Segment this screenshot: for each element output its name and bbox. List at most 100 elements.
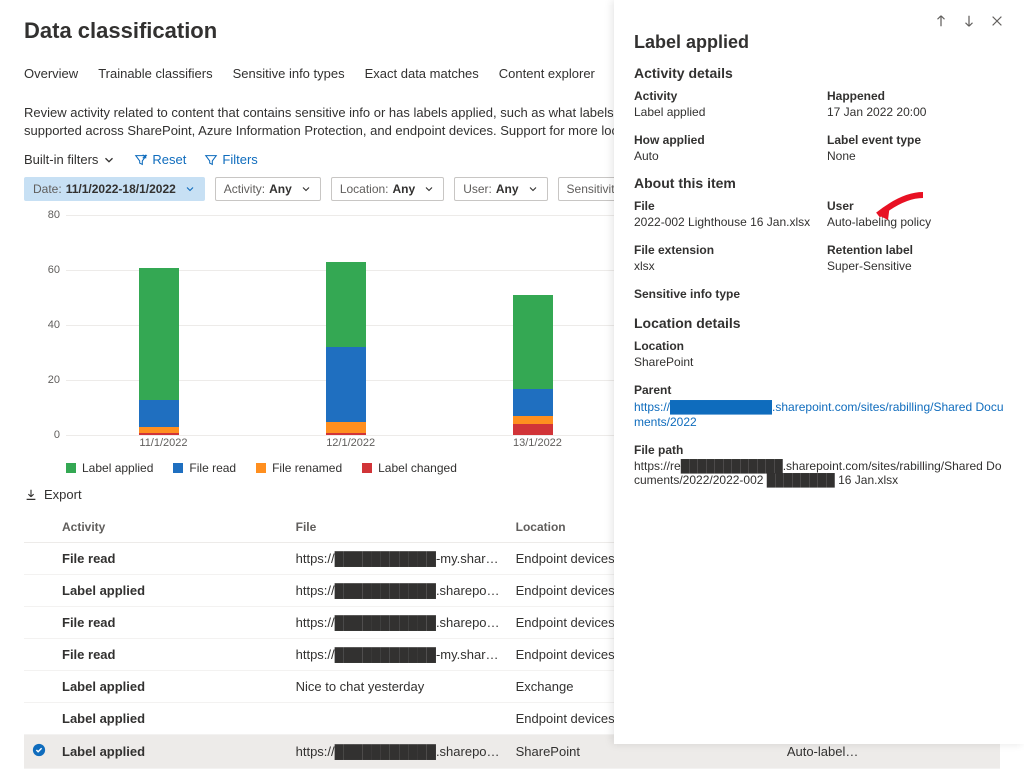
filter-reset-icon	[134, 153, 148, 167]
legend-item[interactable]: File read	[173, 461, 236, 475]
legend-label: File renamed	[272, 461, 342, 475]
legend-swatch	[173, 463, 183, 473]
filter-user-label: User:	[463, 182, 492, 196]
tab-overview[interactable]: Overview	[24, 60, 78, 93]
legend-swatch	[362, 463, 372, 473]
retention-label: Retention label	[827, 243, 1004, 257]
col-file[interactable]: File	[288, 512, 508, 543]
export-label: Export	[44, 487, 82, 502]
file-label: File	[634, 199, 811, 213]
cell-file: https://███████████-my.sharepoint.com/pe…	[288, 639, 508, 671]
how-applied-label: How applied	[634, 133, 811, 147]
legend-swatch	[256, 463, 266, 473]
legend-item[interactable]: Label applied	[66, 461, 153, 475]
panel-title: Label applied	[634, 32, 1004, 53]
happened-value: 17 Jan 2022 20:00	[827, 105, 1004, 119]
download-icon	[24, 488, 38, 502]
cell-activity: File read	[54, 607, 288, 639]
file-ext-label: File extension	[634, 243, 811, 257]
legend-label: File read	[189, 461, 236, 475]
event-type-value: None	[827, 149, 1004, 163]
cell-file: https://███████████.sharepoint.com/sites…	[288, 735, 508, 769]
event-type-label: Label event type	[827, 133, 1004, 147]
how-applied-value: Auto	[634, 149, 811, 163]
close-icon[interactable]	[990, 14, 1004, 28]
filter-activity-label: Activity:	[224, 182, 265, 196]
filepath-label: File path	[634, 443, 1004, 457]
filter-location[interactable]: Location: Any	[331, 177, 444, 201]
legend-label: Label applied	[82, 461, 153, 475]
y-tick: 0	[54, 429, 60, 441]
cell-activity: Label applied	[54, 671, 288, 703]
chevron-down-icon	[300, 183, 312, 195]
cell-activity: File read	[54, 639, 288, 671]
chevron-down-icon	[423, 183, 435, 195]
filter-activity[interactable]: Activity: Any	[215, 177, 321, 201]
about-item-heading: About this item	[634, 175, 1004, 191]
x-tick: 13/1/2022	[513, 437, 553, 455]
check-icon	[32, 743, 46, 757]
activity-label: Activity	[634, 89, 811, 103]
builtin-filters-label: Built-in filters	[24, 152, 98, 167]
y-tick: 60	[48, 264, 60, 276]
activity-value: Label applied	[634, 105, 811, 119]
bar-column[interactable]	[513, 295, 553, 435]
bar-column[interactable]	[326, 262, 366, 435]
reset-button[interactable]: Reset	[134, 152, 186, 167]
user-value: Auto-labeling policy	[827, 215, 1004, 229]
reset-label: Reset	[152, 152, 186, 167]
col-activity[interactable]: Activity	[54, 512, 288, 543]
retention-value: Super-Sensitive	[827, 259, 1004, 273]
tab-content-explorer[interactable]: Content explorer	[499, 60, 595, 93]
chevron-down-icon	[184, 183, 196, 195]
chevron-down-icon	[102, 153, 116, 167]
y-tick: 40	[48, 319, 60, 331]
filter-icon	[204, 153, 218, 167]
parent-link[interactable]: https://████████████.sharepoint.com/site…	[634, 400, 1004, 429]
file-ext-value: xlsx	[634, 259, 811, 273]
builtin-filters-dropdown[interactable]: Built-in filters	[24, 152, 116, 167]
parent-label: Parent	[634, 383, 1004, 397]
filter-date-value: 11/1/2022-18/1/2022	[66, 182, 176, 196]
cell-activity: Label applied	[54, 575, 288, 607]
tab-trainable-classifiers[interactable]: Trainable classifiers	[98, 60, 212, 93]
bar-column[interactable]	[139, 268, 179, 436]
location-label: Location	[634, 339, 1004, 353]
tab-exact-data-matches[interactable]: Exact data matches	[365, 60, 479, 93]
filter-activity-value: Any	[269, 182, 292, 196]
details-panel: Label applied Activity details Activity L…	[614, 0, 1024, 744]
location-value: SharePoint	[634, 355, 1004, 369]
cell-file: https://███████████.sharepoint.com/sites…	[288, 607, 508, 639]
cell-file: https://███████████-my.sharepoint.com/pe…	[288, 543, 508, 575]
sensitive-info-type-label: Sensitive info type	[634, 287, 1004, 301]
next-icon[interactable]	[962, 14, 976, 28]
x-tick: 11/1/2022	[139, 437, 179, 455]
filter-date[interactable]: Date: 11/1/2022-18/1/2022	[24, 177, 205, 201]
user-label: User	[827, 199, 1004, 213]
legend-item[interactable]: Label changed	[362, 461, 457, 475]
chevron-down-icon	[527, 183, 539, 195]
location-details-heading: Location details	[634, 315, 1004, 331]
filter-date-label: Date:	[33, 182, 62, 196]
filters-label: Filters	[222, 152, 257, 167]
legend-item[interactable]: File renamed	[256, 461, 342, 475]
x-tick: 12/1/2022	[326, 437, 366, 455]
previous-icon[interactable]	[934, 14, 948, 28]
tab-sensitive-info-types[interactable]: Sensitive info types	[233, 60, 345, 93]
filter-location-label: Location:	[340, 182, 389, 196]
cell-file: Nice to chat yesterday	[288, 671, 508, 703]
filters-button[interactable]: Filters	[204, 152, 257, 167]
file-value: 2022-002 Lighthouse 16 Jan.xlsx	[634, 215, 811, 229]
cell-activity: File read	[54, 543, 288, 575]
happened-label: Happened	[827, 89, 1004, 103]
y-tick: 20	[48, 374, 60, 386]
legend-label: Label changed	[378, 461, 457, 475]
activity-details-heading: Activity details	[634, 65, 1004, 81]
cell-activity: Label applied	[54, 703, 288, 735]
filepath-value: https://re████████████.sharepoint.com/si…	[634, 459, 1004, 487]
legend-swatch	[66, 463, 76, 473]
filter-user[interactable]: User: Any	[454, 177, 547, 201]
cell-file	[288, 703, 508, 735]
cell-activity: Label applied	[54, 735, 288, 769]
y-tick: 80	[48, 209, 60, 221]
